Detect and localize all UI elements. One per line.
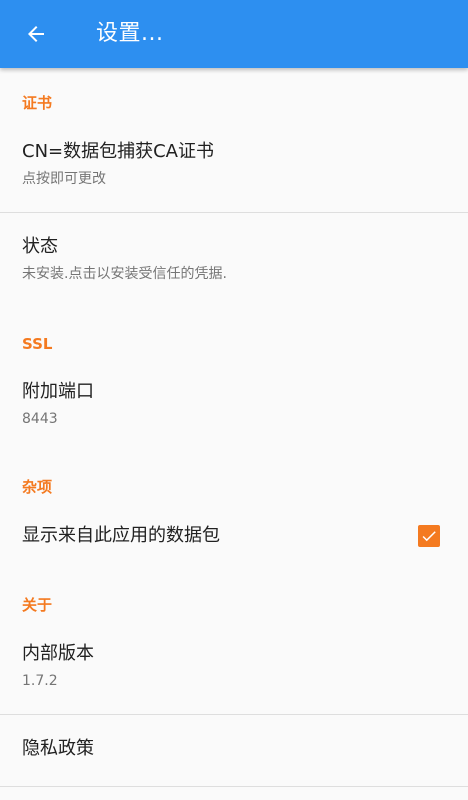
category-header-certificate: 证书 <box>22 94 53 112</box>
pref-title: 显示来自此应用的数据包 <box>22 525 220 546</box>
show-own-packets-checkbox[interactable] <box>418 525 440 547</box>
back-button[interactable] <box>14 12 58 56</box>
divider <box>0 786 468 787</box>
pref-ca-certificate[interactable]: CN=数据包捕获CA证书 点按即可更改 <box>0 128 468 212</box>
page-title: 设置... <box>96 21 164 46</box>
pref-privacy-policy[interactable]: 隐私政策 <box>0 715 468 785</box>
pref-summary: 1.7.2 <box>22 673 58 689</box>
pref-summary: 未安装.点击以安装受信任的凭据. <box>22 266 227 282</box>
pref-show-own-packets[interactable]: 显示来自此应用的数据包 <box>0 508 468 564</box>
pref-cert-status[interactable]: 状态 未安装.点击以安装受信任的凭据. <box>0 213 468 299</box>
settings-list: 证书 CN=数据包捕获CA证书 点按即可更改 状态 未安装.点击以安装受信任的凭… <box>0 68 468 800</box>
pref-title: 内部版本 <box>22 643 94 664</box>
category-header-misc: 杂项 <box>22 478 53 496</box>
pref-title: CN=数据包捕获CA证书 <box>22 141 214 162</box>
pref-title: 状态 <box>22 236 58 257</box>
check-icon <box>422 531 436 542</box>
arrow-left-icon <box>28 26 44 42</box>
pref-extra-port[interactable]: 附加端口 8443 <box>0 368 468 444</box>
app-bar: 设置... <box>0 0 468 68</box>
pref-summary: 8443 <box>22 411 58 427</box>
category-header-ssl: SSL <box>22 335 53 353</box>
category-header-about: 关于 <box>22 596 53 614</box>
pref-title: 附加端口 <box>22 381 94 402</box>
pref-title: 隐私政策 <box>22 738 94 759</box>
pref-build-version[interactable]: 内部版本 1.7.2 <box>0 630 468 714</box>
pref-summary: 点按即可更改 <box>22 171 106 187</box>
